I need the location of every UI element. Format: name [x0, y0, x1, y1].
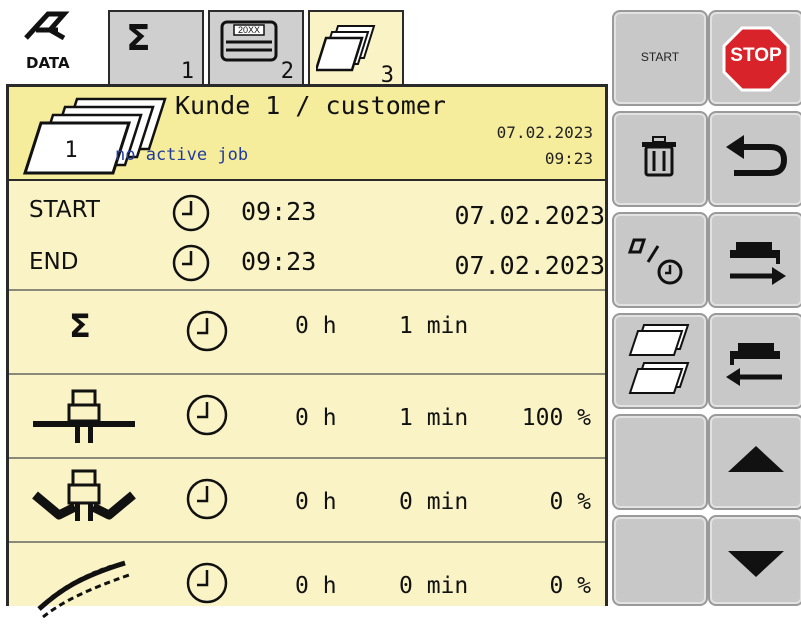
delete-button[interactable] [612, 111, 708, 207]
working-hours: 0 h [295, 405, 337, 431]
return-arrow-icon [726, 135, 788, 176]
job-number-icon: 1 [22, 97, 167, 175]
tab-bar: DATA Σ 1 20XX 2 3 [0, 0, 612, 90]
tab-counter[interactable]: 20XX 2 [208, 10, 304, 86]
field-minutes: 0 min [399, 573, 469, 599]
end-date: 07.02.2023 [454, 251, 605, 280]
clock-icon [186, 310, 228, 352]
stat-row-working: 0 h 1 min 100 % [9, 373, 605, 459]
total-hours: 0 h [295, 313, 337, 339]
implement-lowered-icon [33, 389, 135, 443]
data-logo: DATA [20, 8, 90, 78]
job-number-text: 1 [64, 138, 77, 163]
end-row: END 09:23 07.02.2023 [9, 243, 605, 283]
headland-minutes: 0 min [399, 489, 469, 515]
job-stack-icon [628, 324, 690, 394]
tab-counter-number: 2 [280, 59, 294, 84]
arrow-up-icon [728, 446, 784, 472]
scroll-up-button[interactable] [708, 414, 801, 510]
clock-icon [172, 194, 210, 232]
start-date: 07.02.2023 [454, 201, 605, 230]
customer-name: Kunde 1 / customer [175, 91, 446, 120]
transfer-right-icon [730, 242, 786, 285]
transfer-left-button[interactable] [708, 313, 801, 409]
scroll-down-button[interactable] [708, 515, 801, 606]
sigma-icon: Σ [69, 307, 91, 345]
tab-sum-number: 1 [180, 59, 194, 84]
job-time-button[interactable] [612, 212, 708, 308]
stop-button-label: STOP [730, 45, 782, 66]
stat-row-headland: 0 h 0 min 0 % [9, 457, 605, 543]
field-percent: 0 % [549, 573, 591, 599]
working-percent: 100 % [521, 405, 591, 431]
implement-raised-icon [32, 469, 136, 521]
start-label: START [29, 197, 100, 223]
trash-icon [642, 136, 676, 177]
stat-row-total: Σ 0 h 1 min [9, 289, 605, 375]
data-logo-label: DATA [26, 54, 70, 72]
clock-icon [186, 394, 228, 436]
start-button[interactable]: START [612, 10, 708, 106]
copy-job-button[interactable] [612, 313, 708, 409]
start-time: 09:23 [241, 197, 317, 226]
tab-jobs[interactable]: 3 [308, 10, 404, 90]
end-time: 09:23 [241, 247, 317, 276]
start-button-label: START [640, 50, 680, 64]
header-date: 07.02.2023 [496, 123, 593, 142]
data-logo-icon [24, 11, 70, 41]
sigma-icon: Σ [126, 18, 151, 59]
job-header: 1 Kunde 1 / customer 07.02.2023 no activ… [9, 87, 605, 181]
field-hours: 0 h [295, 573, 337, 599]
transfer-right-button[interactable] [708, 212, 801, 308]
job-panel: 1 Kunde 1 / customer 07.02.2023 no activ… [6, 84, 608, 619]
arrow-down-icon [728, 551, 784, 577]
empty-button-2[interactable] [612, 515, 708, 606]
header-time: 09:23 [544, 149, 593, 168]
empty-button-1[interactable] [612, 414, 708, 510]
working-minutes: 1 min [399, 405, 469, 431]
stop-button[interactable]: STOP [708, 10, 801, 106]
end-label: END [29, 249, 79, 275]
back-button[interactable] [708, 111, 801, 207]
job-status: no active job [115, 145, 249, 165]
headland-percent: 0 % [549, 489, 591, 515]
job-stack-icon [316, 25, 376, 72]
clock-icon [172, 244, 210, 282]
headland-hours: 0 h [295, 489, 337, 515]
total-minutes: 1 min [399, 313, 469, 339]
counter-display-text: 20XX [238, 25, 260, 35]
stat-row-field: 0 h 0 min 0 % [9, 541, 605, 627]
transfer-left-icon [726, 343, 782, 386]
start-row: START 09:23 07.02.2023 [9, 193, 605, 233]
counter-display-icon: 20XX [220, 20, 278, 62]
field-swath-icon [37, 560, 130, 619]
job-time-icon [627, 238, 683, 285]
clock-icon [186, 478, 228, 520]
tab-sum[interactable]: Σ 1 [108, 10, 204, 86]
clock-icon [186, 562, 228, 604]
